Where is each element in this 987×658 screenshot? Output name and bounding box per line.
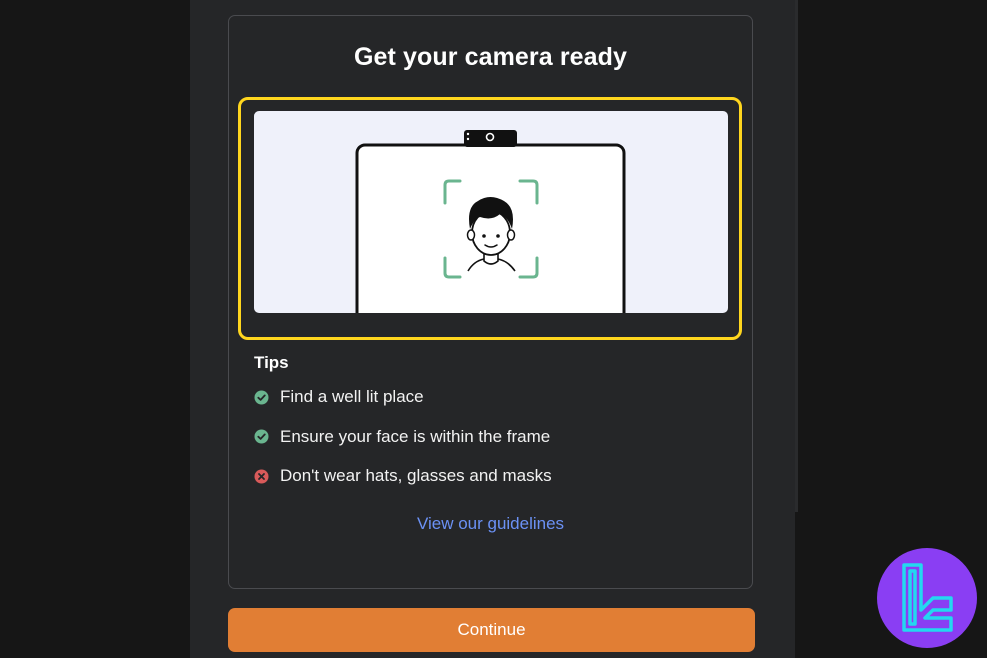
camera-ready-card: Get your camera ready Tips Find a well l… xyxy=(228,15,753,589)
camera-illustration xyxy=(254,111,728,313)
panel-divider xyxy=(795,0,798,512)
tip-text: Ensure your face is within the frame xyxy=(280,426,551,446)
check-circle-icon xyxy=(254,390,269,404)
camera-face-frame-illustration xyxy=(355,130,626,313)
page-title: Get your camera ready xyxy=(353,43,628,71)
tips-list: Find a well lit place Ensure your face i… xyxy=(254,386,552,505)
check-circle-icon xyxy=(254,429,269,444)
tip-text: Find a well lit place xyxy=(280,387,424,406)
illustration-highlight xyxy=(238,97,742,340)
brand-logo xyxy=(877,548,977,648)
tip-text: Don't wear hats, glasses and masks xyxy=(280,466,552,485)
view-guidelines-link[interactable]: View our guidelines xyxy=(229,514,752,534)
logo-icon xyxy=(902,563,953,632)
tip-item: Find a well lit place xyxy=(254,386,552,408)
tip-item: Ensure your face is within the frame xyxy=(254,426,552,448)
tips-heading: Tips xyxy=(254,353,289,372)
tip-item: Don't wear hats, glasses and masks xyxy=(254,465,552,487)
continue-button[interactable]: Continue xyxy=(228,608,755,652)
webcam-icon xyxy=(464,130,517,147)
page: Get your camera ready Tips Find a well l… xyxy=(0,0,987,658)
cross-circle-icon xyxy=(254,469,269,483)
